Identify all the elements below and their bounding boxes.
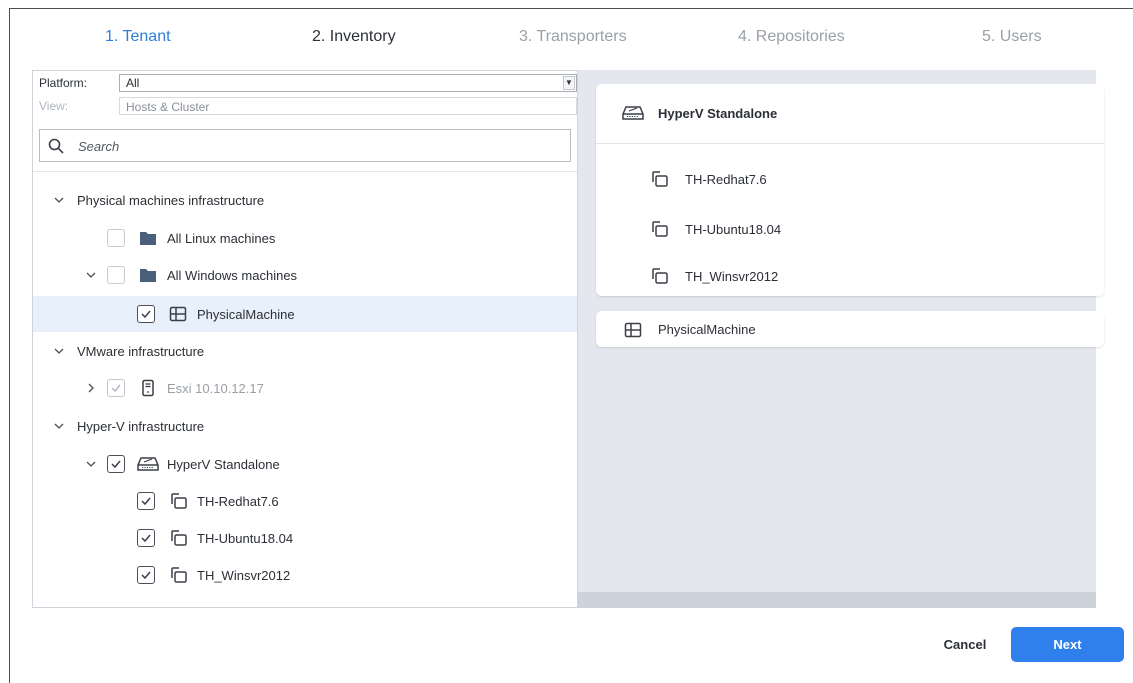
vm-icon [171, 567, 187, 583]
vm-icon [652, 171, 668, 187]
tree-node-label: All Windows machines [167, 268, 298, 283]
selected-vm-label: TH-Ubuntu18.04 [685, 222, 782, 237]
folder-icon [140, 232, 156, 245]
checkmark-icon [141, 497, 151, 506]
chevron-down-icon[interactable] [85, 269, 97, 281]
server-icon [142, 379, 154, 397]
step-users[interactable]: 5. Users [982, 28, 1042, 46]
platform-value: All [126, 76, 140, 90]
folder-icon [140, 269, 156, 282]
search-placeholder: Search [78, 139, 120, 154]
wizard-frame: 1. Tenant 2. Inventory 3. Transporters 4… [9, 8, 1133, 683]
tree-node-hyperv-standalone[interactable]: HyperV Standalone [33, 446, 577, 482]
vm-icon [652, 268, 668, 284]
checkbox[interactable] [107, 229, 125, 247]
tree-node-all-linux[interactable]: All Linux machines [33, 220, 577, 256]
tree-node-label: TH_Winsvr2012 [197, 568, 291, 583]
selected-vm-item[interactable]: TH-Redhat7.6 [596, 164, 1104, 194]
hyperv-host-icon [137, 457, 159, 471]
checkbox-checked[interactable] [137, 566, 155, 584]
divider [33, 171, 577, 172]
selected-vm-item[interactable]: TH-Ubuntu18.04 [596, 214, 1104, 244]
chevron-right-icon[interactable] [85, 382, 97, 394]
wizard-steps: 1. Tenant 2. Inventory 3. Transporters 4… [10, 9, 1133, 69]
view-label: View: [39, 99, 69, 113]
step-transporters[interactable]: 3. Transporters [519, 28, 627, 46]
tree-node-physical-machine[interactable]: PhysicalMachine [33, 296, 577, 332]
selection-panel: HyperV Standalone TH-Redhat7.6 TH-Ubuntu… [578, 70, 1104, 608]
windows-icon [169, 306, 187, 322]
tree-node-physical-infrastructure[interactable]: Physical machines infrastructure [33, 182, 577, 218]
tree-node-vmware-infrastructure[interactable]: VMware infrastructure [33, 333, 577, 369]
tree-node-esxi[interactable]: Esxi 10.10.12.17 [33, 370, 577, 406]
chevron-down-icon[interactable] [85, 458, 97, 470]
tree-node-label: TH-Redhat7.6 [197, 494, 279, 509]
hyperv-host-icon [622, 106, 644, 120]
checkmark-icon [141, 534, 151, 543]
tree-node-label: Esxi 10.10.12.17 [167, 381, 264, 396]
platform-select[interactable]: All ▼ [119, 74, 577, 92]
next-button[interactable]: Next [1011, 627, 1124, 662]
checkbox-checked[interactable] [107, 455, 125, 473]
vm-icon [652, 221, 668, 237]
checkmark-icon [111, 384, 121, 393]
selected-host-title: HyperV Standalone [658, 106, 778, 121]
checkbox-checked[interactable] [137, 305, 155, 323]
selected-vm-label: TH_Winsvr2012 [685, 269, 779, 284]
tree-node-label: PhysicalMachine [197, 307, 295, 322]
search-input[interactable]: Search [39, 129, 571, 162]
tree-node-vm-winsvr[interactable]: TH_Winsvr2012 [33, 557, 577, 593]
vm-icon [171, 493, 187, 509]
selected-host-card: HyperV Standalone TH-Redhat7.6 TH-Ubuntu… [596, 84, 1104, 296]
step-tenant[interactable]: 1. Tenant [105, 28, 171, 46]
windows-icon [624, 322, 642, 338]
panel-footer-bar [578, 592, 1096, 608]
search-icon [48, 138, 64, 154]
chevron-down-icon[interactable] [53, 194, 65, 206]
view-select: Hosts & Cluster [119, 97, 577, 115]
tree-node-label: Physical machines infrastructure [77, 193, 265, 208]
selected-vm-label: TH-Redhat7.6 [685, 172, 767, 187]
checkbox-checked-disabled [107, 379, 125, 397]
selected-physical-card[interactable]: PhysicalMachine [596, 311, 1104, 347]
checkmark-icon [111, 460, 121, 469]
checkbox-checked[interactable] [137, 492, 155, 510]
platform-label: Platform: [39, 76, 88, 90]
tree-node-all-windows[interactable]: All Windows machines [33, 257, 577, 293]
step-repositories[interactable]: 4. Repositories [738, 28, 845, 46]
tree-node-vm-redhat[interactable]: TH-Redhat7.6 [33, 483, 577, 519]
chevron-down-icon[interactable]: ▼ [563, 76, 575, 90]
selected-physical-label: PhysicalMachine [658, 322, 756, 337]
vm-icon [171, 530, 187, 546]
step-inventory[interactable]: 2. Inventory [312, 28, 396, 46]
checkmark-icon [141, 571, 151, 580]
checkmark-icon [141, 310, 151, 319]
tree-node-label: HyperV Standalone [167, 457, 280, 472]
selected-vm-item[interactable]: TH_Winsvr2012 [596, 261, 1104, 291]
checkbox[interactable] [107, 266, 125, 284]
inventory-tree-panel: Platform: All ▼ View: Hosts & Cluster Se… [32, 70, 578, 608]
tree-node-label: VMware infrastructure [77, 344, 205, 359]
chevron-down-icon[interactable] [53, 345, 65, 357]
chevron-down-icon[interactable] [53, 420, 65, 432]
cancel-button[interactable]: Cancel [930, 629, 1000, 659]
checkbox-checked[interactable] [137, 529, 155, 547]
tree-node-label: Hyper-V infrastructure [77, 419, 205, 434]
tree-node-vm-ubuntu[interactable]: TH-Ubuntu18.04 [33, 520, 577, 556]
tree-node-label: TH-Ubuntu18.04 [197, 531, 294, 546]
tree-node-hyperv-infrastructure[interactable]: Hyper-V infrastructure [33, 408, 577, 444]
tree-node-label: All Linux machines [167, 231, 276, 246]
selected-host-header: HyperV Standalone [596, 84, 1104, 144]
